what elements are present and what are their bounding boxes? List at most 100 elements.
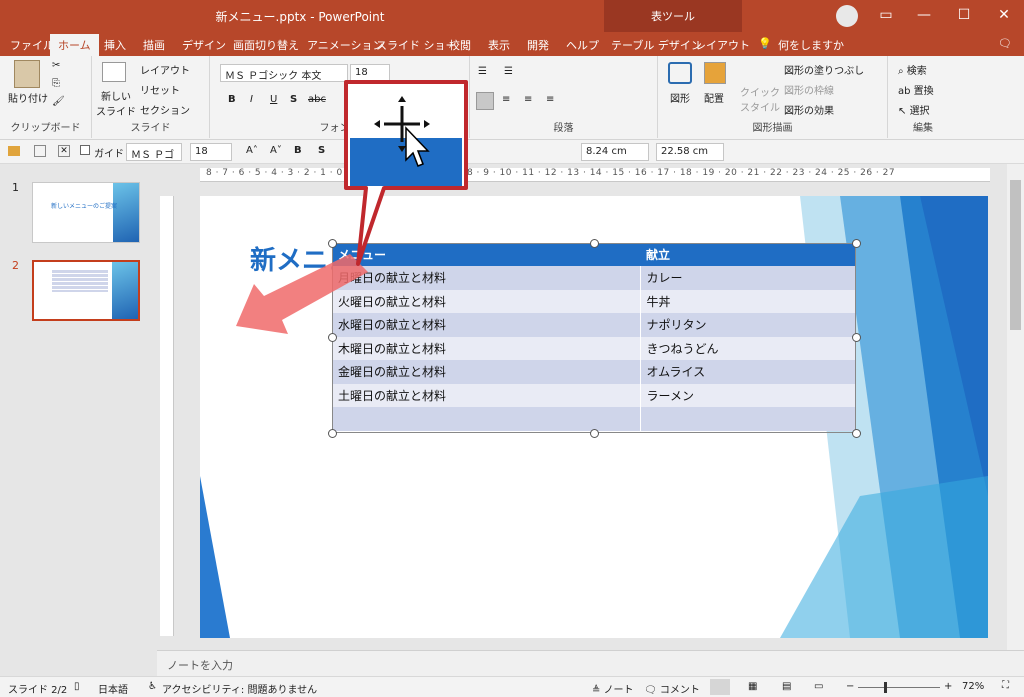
table-row[interactable]: 金曜日の献立と材料 オムライス <box>332 360 856 384</box>
quick-style-button[interactable]: クイック スタイル <box>740 84 780 114</box>
guide-checkbox[interactable] <box>80 145 90 155</box>
tab-slideshow[interactable]: スライド ショー <box>376 37 457 53</box>
font-name-select[interactable]: ＭＳ Ｐゴシック 本文 <box>220 64 348 82</box>
width-field[interactable]: 22.58 cm <box>656 143 724 161</box>
table-cell[interactable]: ラーメン <box>639 383 856 407</box>
tab-design[interactable]: デザイン <box>182 37 226 53</box>
tab-transitions[interactable]: 画面切り替え <box>233 37 299 53</box>
scrollbar-thumb[interactable] <box>1010 180 1021 330</box>
qat-shadow-icon[interactable]: S <box>318 145 325 156</box>
ribbon-display-icon[interactable]: ▭ <box>866 0 906 32</box>
resize-handle[interactable] <box>328 429 337 438</box>
zoom-level[interactable]: 72% <box>962 681 984 692</box>
qat-bold-icon[interactable]: B <box>294 145 302 156</box>
table-row[interactable]: 火曜日の献立と材料 牛丼 <box>332 289 856 313</box>
tab-help[interactable]: ヘルプ <box>566 37 599 53</box>
maximize-icon[interactable]: ☐ <box>944 0 984 32</box>
table-row[interactable]: 土曜日の献立と材料 ラーメン <box>332 383 856 407</box>
tab-draw[interactable]: 描画 <box>143 37 165 53</box>
paste-icon[interactable] <box>14 60 40 88</box>
resize-handle[interactable] <box>852 239 861 248</box>
shrink-font-icon[interactable]: A˅ <box>270 145 282 156</box>
notes-placeholder[interactable]: ノートを入力 <box>167 657 233 673</box>
spelling-icon[interactable]: ▯ <box>74 681 80 692</box>
find-button[interactable]: ⌕ 検索 <box>898 62 927 77</box>
tab-animations[interactable]: アニメーション <box>307 37 384 53</box>
vertical-scrollbar[interactable] <box>1007 164 1024 650</box>
section-button[interactable]: セクション <box>140 102 190 117</box>
close-box-icon[interactable]: ✕ <box>58 145 70 157</box>
window-icon[interactable] <box>34 145 46 157</box>
table-cell[interactable]: ナポリタン <box>639 313 856 337</box>
notes-button[interactable]: ≜ ノート <box>592 681 634 696</box>
table-row[interactable]: 木曜日の献立と材料 きつねうどん <box>332 336 856 360</box>
align-center-icon[interactable]: ≡ <box>502 94 510 105</box>
notes-pane[interactable]: ノートを入力 <box>157 650 1024 676</box>
shape-icon[interactable] <box>668 62 692 84</box>
resize-handle[interactable] <box>590 429 599 438</box>
tab-review[interactable]: 校閲 <box>449 37 471 53</box>
table-cell[interactable]: 木曜日の献立と材料 <box>332 336 640 360</box>
shape-button[interactable]: 図形 <box>670 90 690 105</box>
resize-handle[interactable] <box>852 333 861 342</box>
tab-layout[interactable]: レイアウト <box>695 37 750 53</box>
sorter-view-icon[interactable]: ▦ <box>748 681 757 692</box>
zoom-in-icon[interactable]: + <box>944 681 952 692</box>
accessibility-status[interactable]: アクセシビリティ: 問題ありません <box>162 681 317 696</box>
tab-home[interactable]: ホーム <box>50 34 99 56</box>
table-row[interactable] <box>332 407 856 431</box>
underline-button[interactable]: U <box>270 94 277 105</box>
tab-developer[interactable]: 開発 <box>527 37 549 53</box>
table-cell[interactable] <box>332 407 640 431</box>
slideshow-view-icon[interactable]: ▭ <box>814 681 823 692</box>
slide-thumbnail-2[interactable] <box>32 260 140 321</box>
copy-icon[interactable]: ⎘ <box>52 78 60 89</box>
table-cell[interactable]: オムライス <box>639 360 856 384</box>
italic-button[interactable]: I <box>250 94 253 105</box>
table-cell[interactable]: カレー <box>639 266 856 290</box>
tell-me-search[interactable]: 何をしますか <box>778 37 844 53</box>
paste-button[interactable]: 貼り付け <box>8 90 48 105</box>
camera-icon[interactable] <box>8 146 20 156</box>
table-cell[interactable]: 土曜日の献立と材料 <box>332 383 640 407</box>
table-cell[interactable]: 水曜日の献立と材料 <box>332 313 640 337</box>
zoom-slider-thumb[interactable] <box>884 682 887 693</box>
new-slide-button[interactable]: 新しい スライド <box>96 88 136 118</box>
resize-handle[interactable] <box>852 429 861 438</box>
table-cell[interactable]: 金曜日の献立と材料 <box>332 360 640 384</box>
justify-icon[interactable]: ≡ <box>546 94 554 105</box>
tab-table-design[interactable]: テーブル デザイン <box>611 37 702 53</box>
tab-view[interactable]: 表示 <box>488 37 510 53</box>
bullets-icon[interactable]: ☰ <box>478 66 487 77</box>
zoom-out-icon[interactable]: − <box>846 681 854 692</box>
align-right-icon[interactable]: ≡ <box>524 94 532 105</box>
format-painter-icon[interactable]: 🖌 <box>52 96 65 107</box>
grow-font-icon[interactable]: A˄ <box>246 145 258 156</box>
select-button[interactable]: ↖ 選択 <box>898 102 930 117</box>
resize-handle[interactable] <box>590 239 599 248</box>
arrange-icon[interactable] <box>704 62 726 84</box>
height-field[interactable]: 8.24 cm <box>581 143 649 161</box>
strikethrough-button[interactable]: abc <box>308 94 326 105</box>
shape-outline-button[interactable]: 図形の枠線 <box>784 82 834 97</box>
reading-view-icon[interactable]: ▤ <box>782 681 791 692</box>
bold-button[interactable]: B <box>228 94 236 105</box>
close-icon[interactable]: ✕ <box>984 0 1024 32</box>
language-indicator[interactable]: 日本語 <box>98 681 128 696</box>
tab-file[interactable]: ファイル <box>10 37 54 53</box>
numbering-icon[interactable]: ☰ <box>504 66 513 77</box>
table-row[interactable]: 水曜日の献立と材料 ナポリタン <box>332 313 856 337</box>
align-left-icon[interactable] <box>476 92 494 110</box>
minimize-icon[interactable]: — <box>904 0 944 32</box>
cut-icon[interactable]: ✂ <box>52 60 60 71</box>
arrange-button[interactable]: 配置 <box>704 90 724 105</box>
table-cell[interactable]: きつねうどん <box>639 336 856 360</box>
replace-button[interactable]: ab 置換 <box>898 82 934 97</box>
shadow-button[interactable]: S <box>290 94 297 105</box>
qat-size-select[interactable]: 18 <box>190 143 232 161</box>
qat-font-select[interactable]: ＭＳ Ｐゴ <box>126 143 182 161</box>
table-header-dish[interactable]: 献立 <box>640 243 856 266</box>
table-cell[interactable]: 牛丼 <box>639 289 856 313</box>
shape-effects-button[interactable]: 図形の効果 <box>784 102 834 117</box>
slide-thumbnail-1[interactable]: 新しいメニューのご提案 <box>32 182 140 243</box>
